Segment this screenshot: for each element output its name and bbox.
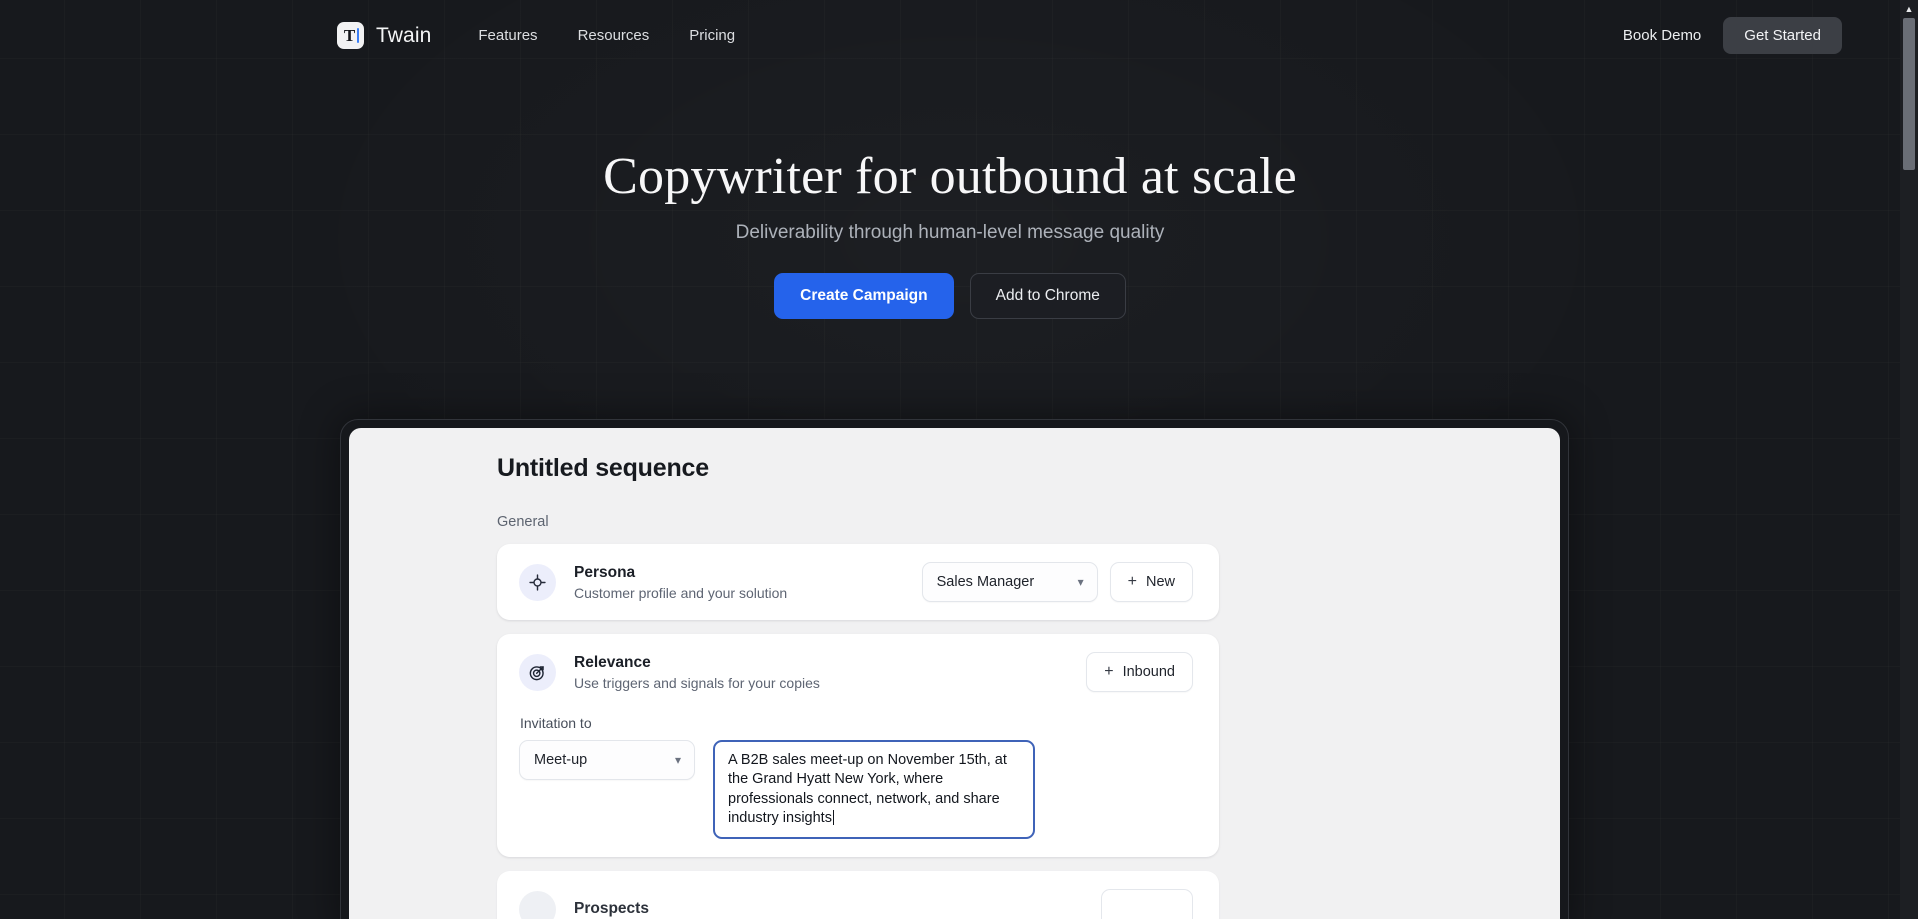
page-viewport: T Twain Features Resources Pricing Book …	[0, 0, 1900, 919]
relevance-text-block: Relevance Use triggers and signals for y…	[574, 653, 1086, 692]
persona-actions: Sales Manager ▾ + New	[921, 562, 1193, 602]
get-started-button[interactable]: Get Started	[1723, 17, 1842, 54]
hero-subtitle: Deliverability through human-level messa…	[735, 222, 1165, 244]
plus-icon: +	[1104, 663, 1114, 680]
app-preview-frame: Untitled sequence General Persona Custom…	[340, 419, 1569, 919]
relevance-title: Relevance	[574, 653, 651, 671]
chevron-down-icon: ▾	[1077, 575, 1084, 589]
persona-select-value: Sales Manager	[936, 574, 1035, 590]
prospects-actions	[1101, 889, 1193, 919]
logo-letter: T	[343, 26, 356, 45]
nav-right-group: Book Demo Get Started	[1623, 17, 1842, 54]
nav-link-resources[interactable]: Resources	[578, 27, 650, 44]
prospects-action-button[interactable]	[1101, 889, 1193, 919]
invitation-textarea[interactable]: A B2B sales meet-up on November 15th, at…	[713, 740, 1035, 840]
page-scrollbar[interactable]: ▲	[1900, 0, 1918, 919]
page-title: Copywriter for outbound at scale	[603, 148, 1297, 205]
persona-card: Persona Customer profile and your soluti…	[497, 544, 1219, 620]
nav-left-group: T Twain Features Resources Pricing	[337, 22, 735, 49]
sequence-title[interactable]: Untitled sequence	[497, 454, 1560, 483]
brand-logo[interactable]: T Twain	[337, 22, 431, 49]
twain-logo-icon: T	[337, 22, 364, 49]
persona-description: Customer profile and your solution	[574, 585, 788, 602]
brand-name: Twain	[376, 23, 432, 47]
add-inbound-button[interactable]: + Inbound	[1086, 652, 1193, 692]
add-to-chrome-button[interactable]: Add to Chrome	[969, 273, 1126, 320]
prospects-text-block: Prospects	[574, 899, 1101, 919]
nav-link-pricing[interactable]: Pricing	[689, 27, 735, 44]
target-arrow-icon	[519, 653, 556, 691]
nav-link-features[interactable]: Features	[478, 27, 537, 44]
scrollbar-thumb[interactable]	[1903, 18, 1915, 170]
relevance-actions: + Inbound	[1086, 652, 1193, 692]
top-navigation-bar: T Twain Features Resources Pricing Book …	[0, 0, 1900, 71]
hero-cta-group: Create Campaign Add to Chrome	[0, 273, 1900, 320]
text-cursor	[832, 809, 835, 825]
relevance-description: Use triggers and signals for your copies	[574, 675, 820, 692]
relevance-card: Relevance Use triggers and signals for y…	[497, 634, 1219, 858]
invitation-textarea-value: A B2B sales meet-up on November 15th, at…	[728, 752, 1007, 826]
app-preview-screen: Untitled sequence General Persona Custom…	[349, 428, 1560, 919]
scrollbar-up-arrow-icon[interactable]: ▲	[1900, 0, 1918, 18]
invitation-field-label: Invitation to	[520, 715, 592, 731]
persona-title: Persona	[574, 563, 636, 581]
target-crosshair-icon	[519, 563, 556, 601]
prospects-card-row: Prospects	[519, 889, 1193, 919]
add-inbound-label: Inbound	[1122, 664, 1175, 680]
prospects-title: Prospects	[574, 899, 649, 917]
section-label-general: General	[497, 514, 549, 530]
new-persona-button[interactable]: + New	[1109, 562, 1193, 602]
persona-text-block: Persona Customer profile and your soluti…	[574, 563, 922, 602]
persona-card-row: Persona Customer profile and your soluti…	[519, 562, 1193, 602]
invitation-type-value: Meet-up	[534, 752, 588, 768]
relevance-card-row: Relevance Use triggers and signals for y…	[519, 652, 1193, 692]
nav-links: Features Resources Pricing	[478, 27, 735, 44]
invitation-type-select[interactable]: Meet-up ▾	[519, 740, 695, 780]
logo-cursor-bar	[357, 28, 359, 43]
persona-select[interactable]: Sales Manager ▾	[921, 562, 1098, 602]
book-demo-link[interactable]: Book Demo	[1623, 27, 1701, 44]
chevron-down-icon: ▾	[674, 753, 681, 767]
app-content: Untitled sequence General Persona Custom…	[349, 428, 1560, 919]
plus-icon: +	[1127, 573, 1137, 590]
prospects-icon	[519, 890, 556, 919]
invitation-field-row: Meet-up ▾ A B2B sales meet-up on Novembe…	[519, 740, 1193, 840]
prospects-card: Prospects	[497, 871, 1219, 919]
new-persona-label: New	[1145, 574, 1175, 590]
create-campaign-button[interactable]: Create Campaign	[774, 273, 954, 320]
